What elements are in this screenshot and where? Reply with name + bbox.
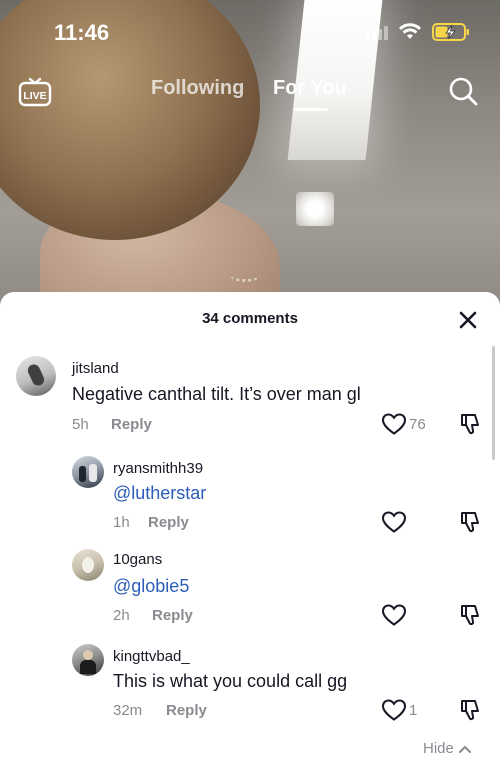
cellular-signal-icon <box>366 24 388 40</box>
comment-username[interactable]: 10gans <box>113 551 162 568</box>
reply-button[interactable]: Reply <box>111 416 152 433</box>
comment-reply-item: 10gans @globie5 2h Reply <box>0 545 500 631</box>
comment-text: This is what you could call gg <box>113 671 348 691</box>
heart-icon[interactable] <box>381 510 407 534</box>
top-navigation: LIVE Following For You <box>0 60 500 120</box>
thumbs-down-icon[interactable] <box>458 510 482 534</box>
live-icon[interactable]: LIVE <box>18 74 52 108</box>
close-icon[interactable] <box>456 308 480 332</box>
wifi-icon <box>399 23 421 39</box>
reply-button[interactable]: Reply <box>166 702 207 719</box>
thumbs-down-icon[interactable] <box>458 698 482 722</box>
reply-button[interactable]: Reply <box>148 514 189 531</box>
like-count: 1 <box>409 702 418 719</box>
comment-reply-item: ryansmithh39 @lutherstar 1h Reply <box>0 452 500 538</box>
comments-count: 34 comments <box>202 310 298 327</box>
comment-mention[interactable]: @globie5 <box>113 576 189 597</box>
heart-icon[interactable] <box>381 412 407 436</box>
comment-time: 1h <box>113 514 130 531</box>
avatar[interactable] <box>72 644 104 676</box>
live-label: LIVE <box>23 90 46 102</box>
wall-lamp <box>296 192 334 226</box>
thumbs-down-icon[interactable] <box>458 412 482 436</box>
search-icon[interactable] <box>446 74 480 108</box>
hide-label: Hide <box>423 740 454 757</box>
hide-replies-button[interactable]: Hide <box>423 740 472 757</box>
comment-time: 2h <box>113 607 130 624</box>
reply-button[interactable]: Reply <box>152 607 193 624</box>
tab-for-you[interactable]: For You <box>273 77 347 100</box>
heart-icon[interactable] <box>381 698 407 722</box>
comment-mention[interactable]: @lutherstar <box>113 483 206 504</box>
comment-reply-item: kingttvbad_ This is what you could call … <box>0 640 500 730</box>
status-bar: 11:46 <box>0 0 500 60</box>
comment-username[interactable]: kingttvbad_ <box>113 648 190 665</box>
avatar[interactable] <box>72 456 104 488</box>
comment-username[interactable]: ryansmithh39 <box>113 460 203 477</box>
comment-username[interactable]: jitsland <box>72 360 119 377</box>
comment-text: Negative canthal tilt. It’s over man gl <box>72 384 361 404</box>
chevron-up-icon <box>458 745 471 753</box>
tab-following[interactable]: Following <box>151 77 244 100</box>
status-time: 11:46 <box>54 20 110 45</box>
battery-charging-icon <box>432 23 469 41</box>
comment-item: jitsland Negative canthal tilt. It’s ove… <box>0 350 500 440</box>
necklace <box>230 268 260 282</box>
comments-header: 34 comments <box>0 292 500 342</box>
comment-time: 5h <box>72 416 89 433</box>
avatar[interactable] <box>72 549 104 581</box>
active-tab-indicator <box>294 108 328 111</box>
heart-icon[interactable] <box>381 603 407 627</box>
avatar[interactable] <box>16 356 56 396</box>
comment-time: 32m <box>113 702 143 719</box>
like-count: 76 <box>409 416 426 433</box>
thumbs-down-icon[interactable] <box>458 603 482 627</box>
